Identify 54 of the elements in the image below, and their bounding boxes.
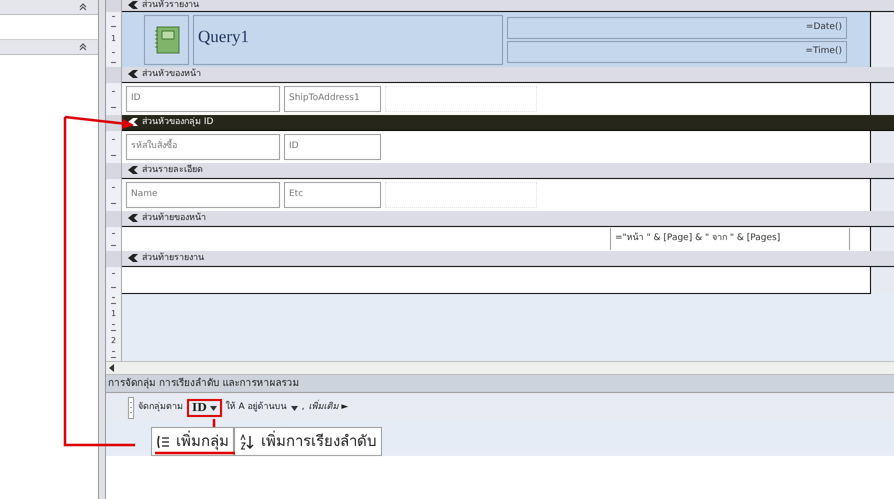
section-header[interactable]: ส่วนหัวของกลุ่ม ID [122, 115, 894, 131]
page-number-expression[interactable]: ="หน้า " & [Page] & " จาก " & [Pages] [610, 228, 850, 250]
section-title: ส่วนหัวของหน้า [142, 68, 201, 81]
section-marker-icon [128, 118, 138, 127]
ruler-number: 1 [110, 310, 116, 318]
horizontal-scrollbar[interactable] [106, 361, 894, 375]
caret-icon [210, 406, 217, 410]
section-marker-icon [128, 254, 138, 263]
section-title: ส่วนท้ายของหน้า [142, 212, 206, 225]
report-label[interactable]: ID [126, 86, 280, 112]
ruler-corner [106, 251, 122, 267]
section-title: ส่วนหัวของกลุ่ม ID [142, 116, 214, 129]
group-by-label: จัดกลุ่มตาม [138, 401, 183, 414]
section-title: ส่วนท้ายรายงาน [142, 252, 204, 265]
section-marker-icon [128, 1, 138, 10]
vertical-ruler [106, 83, 122, 115]
section-header[interactable]: ส่วนหัวของหน้า [122, 67, 894, 83]
sort-icon [239, 434, 255, 450]
vertical-ruler [106, 131, 122, 163]
add-group-button[interactable]: เพิ่มกลุ่ม [151, 427, 234, 456]
pane-title: การจัดกลุ่ม การเรียงลำดับ และการหาผลรวม [108, 376, 300, 391]
ruler-number: 1 [110, 35, 116, 44]
section-header[interactable]: ส่วนท้ายรายงาน [122, 251, 894, 267]
separator-text: , [302, 401, 304, 414]
collapse-icon[interactable] [78, 42, 88, 52]
vertical-ruler [106, 179, 122, 211]
section-marker-icon [128, 70, 138, 79]
collapse-icon[interactable] [78, 2, 88, 12]
section-header[interactable]: ส่วนท้ายของหน้า [122, 211, 894, 227]
report-logo-icon [152, 24, 180, 54]
report-field[interactable]: =Date() [507, 16, 847, 38]
section-header[interactable]: ส่วนรายละเอียด [122, 163, 894, 179]
caret-icon [290, 406, 298, 410]
add-sort-button[interactable]: เพิ่มการเรียงลำดับ [234, 427, 382, 456]
report-field[interactable]: =Time() [507, 40, 847, 62]
drag-handle-icon[interactable] [128, 397, 134, 419]
field-dropdown[interactable]: ID [187, 399, 222, 417]
vertical-ruler [106, 227, 122, 251]
report-title[interactable]: Query1 [193, 14, 503, 64]
more-link[interactable]: เพิ่มเติม ► [308, 401, 348, 415]
section-marker-icon [128, 166, 138, 175]
ruler-corner [106, 163, 122, 179]
report-label[interactable]: Etc [284, 182, 381, 208]
report-label[interactable]: ID [284, 134, 381, 160]
order-dropdown[interactable]: ให้ A อยู่ด้านบน [226, 401, 298, 415]
group-list-icon [156, 434, 170, 448]
logo-frame[interactable] [144, 14, 189, 64]
section-title: ส่วนรายละเอียด [142, 164, 203, 177]
report-label[interactable]: ShipToAddress1 [284, 86, 381, 112]
section-marker-icon [128, 214, 138, 223]
ruler-number: 2 [110, 336, 116, 345]
ruler-corner [106, 211, 122, 227]
report-label[interactable]: Name [126, 182, 280, 208]
report-label[interactable]: รหัสใบสั่งซื้อ [126, 134, 280, 160]
